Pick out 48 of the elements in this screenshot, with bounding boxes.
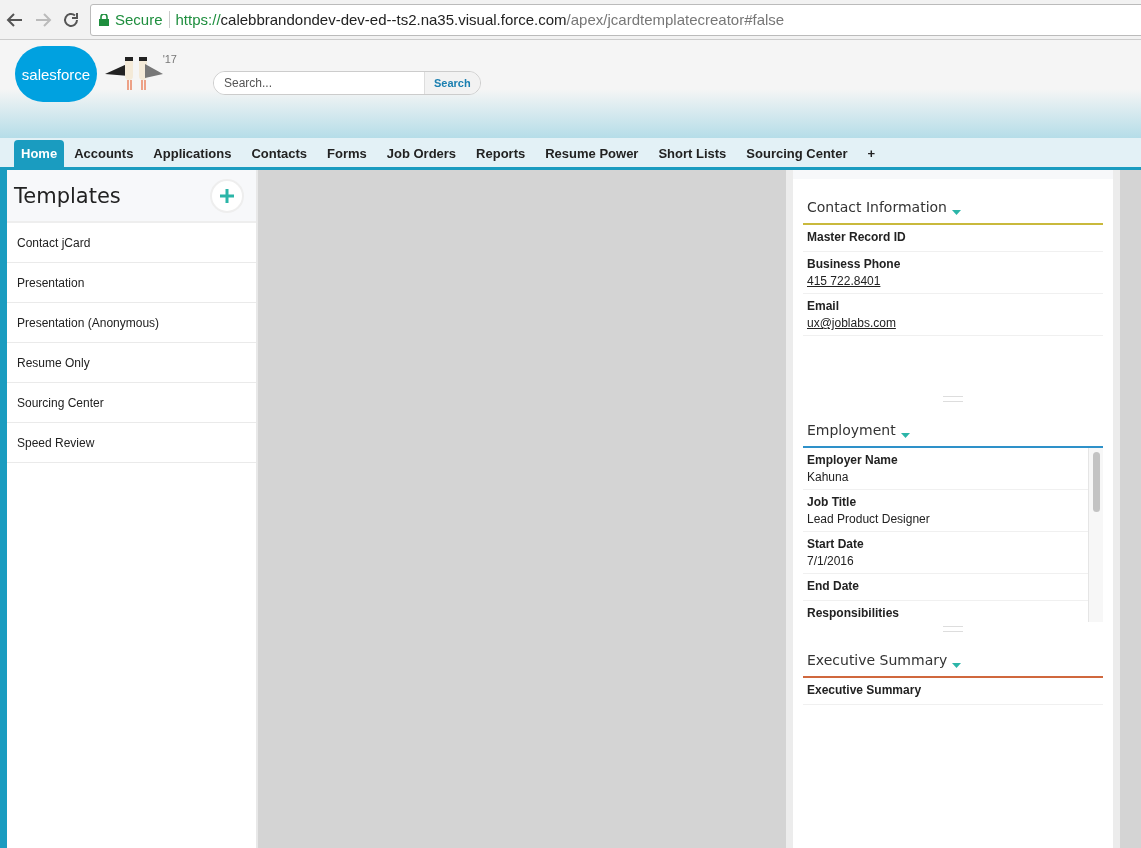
template-item[interactable]: Speed Review [7,423,256,463]
nav-tab[interactable]: Resume Power [535,140,649,167]
field-label: Business Phone [807,257,902,271]
back-icon[interactable] [6,10,24,29]
reload-icon[interactable] [62,10,80,29]
template-item[interactable]: Resume Only [7,343,256,383]
nav-tab[interactable]: Job Orders [376,140,467,167]
field-label: End Date [807,579,860,593]
field-value: Kahuna [807,470,850,484]
field-label: Responsibilities [807,606,901,620]
nav-tab[interactable]: Accounts [64,140,144,167]
url-text: https://calebbrandondev-dev-ed--ts2.na35.visual.force.com/apex/jcardtemplatecreator#false [175,11,785,28]
nav-tab[interactable]: Short Lists [648,140,737,167]
section-header[interactable]: Executive Summary [803,632,1103,678]
field-link[interactable]: 415 722.8401 [807,274,881,288]
section-header[interactable]: Employment [803,402,1103,448]
caret-icon[interactable] [951,210,961,215]
plus-icon [220,188,234,203]
field-label: Master Record ID [807,230,907,244]
caret-icon[interactable] [900,433,910,438]
nav-tab[interactable]: Reports [466,140,536,167]
template-item[interactable]: Contact jCard [7,223,256,263]
add-button[interactable] [210,178,244,213]
address-bar[interactable]: Secure https://calebbrandondev-dev-ed--ts2.na35.visual.force.com/apex/jcardtemplatecreator#false [90,3,1141,36]
caret-icon[interactable] [952,663,962,668]
field-label: Email [807,299,840,313]
nav-tab[interactable]: Sourcing Center [736,140,858,167]
scrollbar[interactable] [1088,448,1103,622]
nav-tab[interactable]: Forms [317,140,377,167]
field-label: Start Date [807,537,865,551]
field-link[interactable]: ux@joblabs.com [807,316,896,330]
nav-tab[interactable]: Applications [143,140,242,167]
section-header[interactable]: Contact Information [803,179,1103,225]
template-item[interactable]: Sourcing Center [7,383,256,423]
field-value: 7/1/2016 [807,554,855,568]
year-label: '17 [162,53,177,65]
nav-tab[interactable]: + [857,140,886,167]
field-value: Lead Product Designer [807,512,931,526]
template-item[interactable]: Presentation (Anonymous) [7,303,256,343]
field-label: Executive Summary [807,683,923,697]
nav-tab[interactable]: Contacts [241,140,317,167]
secure-label: Secure [115,11,170,28]
forward-icon[interactable] [34,10,52,29]
field-label: Employer Name [807,453,899,467]
field-label: Job Title [807,495,858,509]
lock-icon [99,13,109,26]
template-item[interactable]: Presentation [7,263,256,303]
panel-title: Templates [14,183,121,208]
